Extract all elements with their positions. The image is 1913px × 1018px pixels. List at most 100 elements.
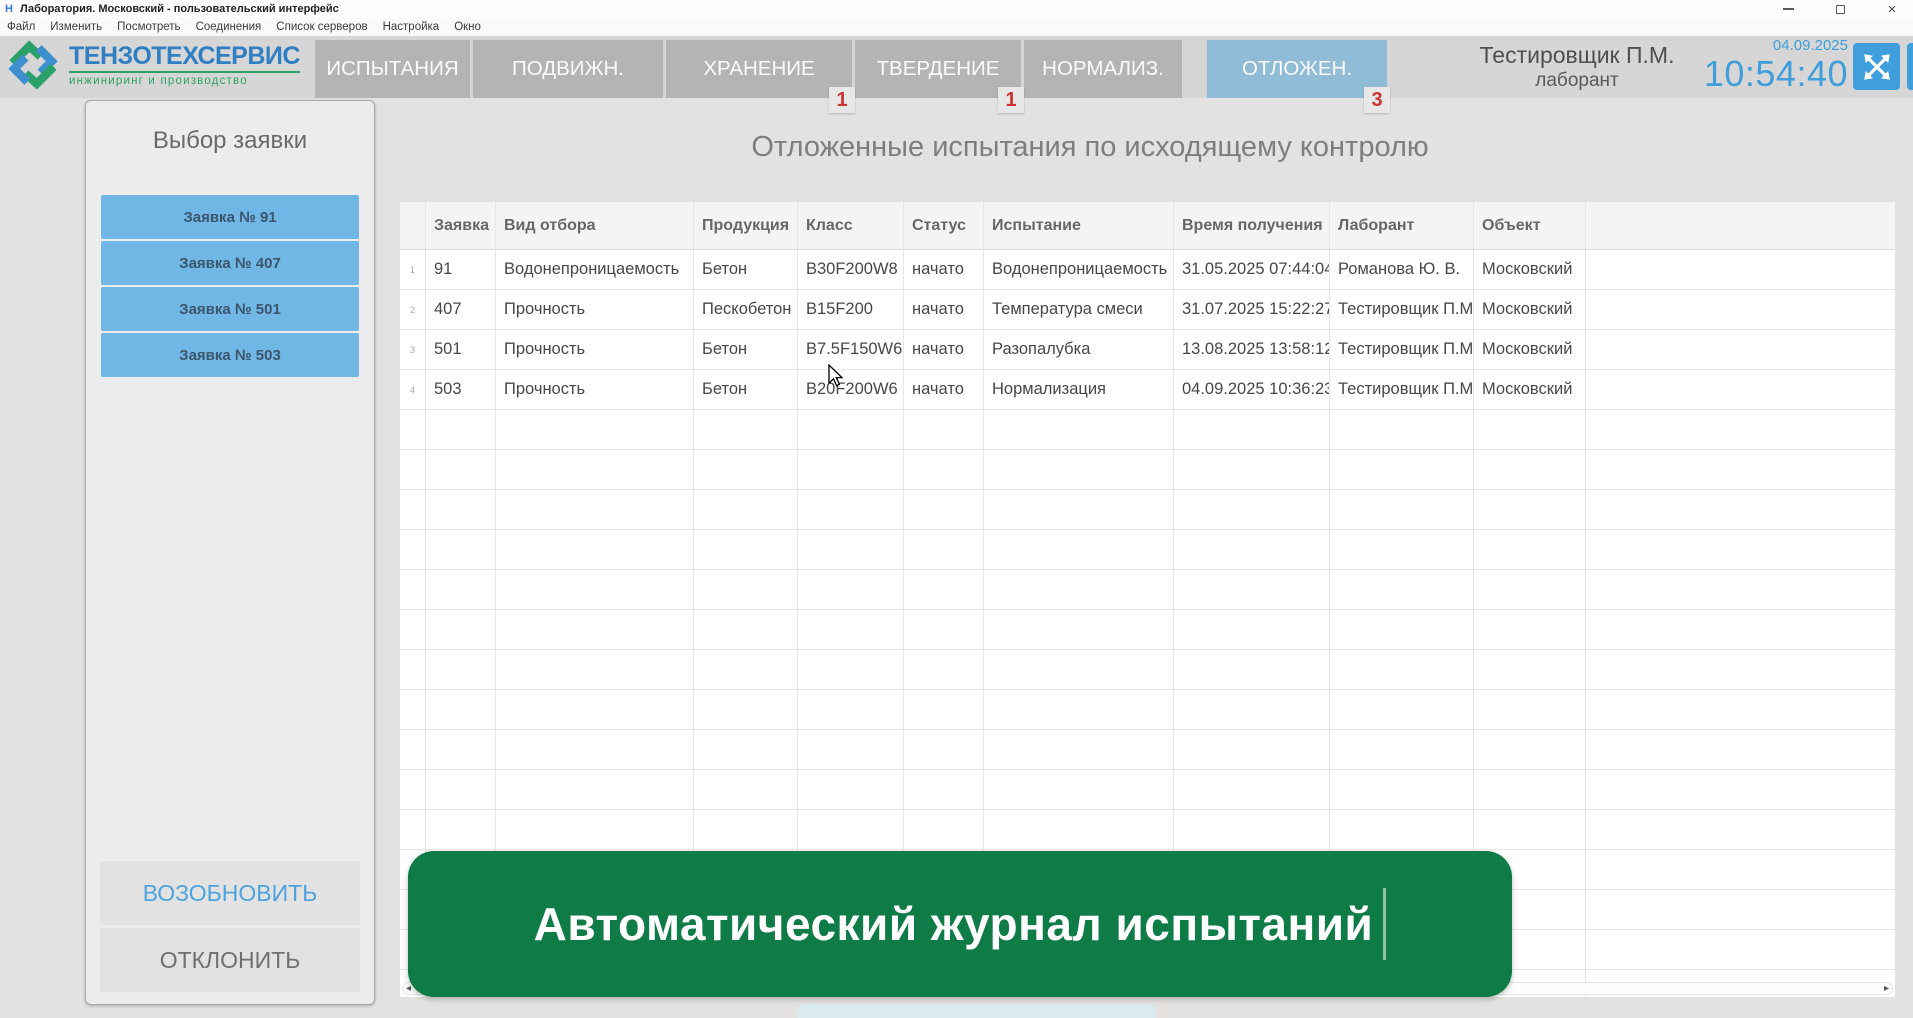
table-cell (1474, 810, 1586, 849)
table-row[interactable]: 3501ПрочностьБетонB7.5F150W6начатоРазопа… (400, 330, 1895, 370)
scroll-right-icon[interactable]: ▸ (1884, 984, 1889, 994)
table-cell (904, 650, 984, 689)
table-cell (1174, 650, 1330, 689)
table-cell (984, 770, 1174, 809)
table-cell (1330, 570, 1474, 609)
menu-item[interactable]: Список серверов (276, 21, 367, 33)
table-cell (1474, 490, 1586, 529)
app-icon: Н (5, 3, 13, 15)
table-cell (798, 690, 904, 729)
table-cell (904, 690, 984, 729)
menu-bar: Файл Изменить Посмотреть Соединения Список с… (0, 18, 1913, 36)
request-button[interactable]: Заявка № 501 (101, 287, 359, 331)
window-title: Лаборатория. Московский - пользовательск… (20, 3, 339, 15)
nav-tabs: ИСПЫТАНИЯПОДВИЖН.ХРАНЕНИЕ1ТВЕРДЕНИЕ1НОРМ… (315, 40, 1387, 98)
logo-tagline: инжиниринг и производство (69, 75, 300, 87)
exit-button[interactable] (1907, 43, 1913, 90)
scroll-left-icon[interactable]: ◂ (406, 984, 411, 994)
table-cell (426, 410, 496, 449)
table-cell (1586, 730, 1895, 769)
table-row-empty (400, 490, 1895, 530)
mouse-cursor (828, 364, 846, 388)
table-cell (496, 810, 694, 849)
request-sidebar: Выбор заявки Заявка № 91Заявка № 407Заяв… (85, 100, 375, 1005)
table-cell (1174, 410, 1330, 449)
row-number: 4 (400, 370, 426, 409)
nav-tab[interactable]: ПОДВИЖН. (473, 40, 663, 98)
logo-icon (3, 38, 63, 92)
menu-item[interactable]: Файл (7, 21, 35, 33)
table-row-empty (400, 450, 1895, 490)
table-cell: начато (904, 250, 984, 289)
menu-item[interactable]: Соединения (196, 21, 262, 33)
table-cell (694, 770, 798, 809)
restore-icon[interactable] (1829, 1, 1851, 17)
table-cell (1586, 330, 1895, 369)
resume-button[interactable]: ВОЗОБНОВИТЬ (100, 861, 360, 925)
table-cell (1586, 490, 1895, 529)
minimize-icon[interactable] (1777, 1, 1799, 17)
request-button[interactable]: Заявка № 407 (101, 241, 359, 285)
table-cell (1330, 450, 1474, 489)
table-cell (1330, 810, 1474, 849)
row-number: 3 (400, 330, 426, 369)
table-cell: Московский (1474, 370, 1586, 409)
table-cell (496, 450, 694, 489)
table-cell (1174, 530, 1330, 569)
table-header-cell: Вид отбора (496, 202, 694, 249)
tab-badge: 3 (1364, 87, 1390, 113)
table-cell (400, 770, 426, 809)
close-icon[interactable]: × (1881, 1, 1903, 17)
menu-item[interactable]: Окно (454, 21, 481, 33)
nav-tab[interactable]: НОРМАЛИЗ. (1024, 40, 1182, 98)
table-cell (904, 810, 984, 849)
table-header-cell: Испытание (984, 202, 1174, 249)
user-block: Тестировщик П.М. лаборант (1448, 42, 1706, 92)
table-cell (798, 530, 904, 569)
table-cell (1474, 410, 1586, 449)
nav-tab-label: ОТЛОЖЕН. (1242, 57, 1352, 81)
nav-tab[interactable]: ОТЛОЖЕН.3 (1207, 40, 1387, 98)
table-cell (426, 570, 496, 609)
table-cell: Московский (1474, 290, 1586, 329)
table-header-cell: Статус (904, 202, 984, 249)
table-row[interactable]: 191ВодонепроницаемостьБетонB30F200W8нача… (400, 250, 1895, 290)
table-row-empty (400, 810, 1895, 850)
nav-tab[interactable]: ИСПЫТАНИЯ (315, 40, 470, 98)
table-cell (984, 450, 1174, 489)
table-cell (426, 530, 496, 569)
table-cell (1474, 690, 1586, 729)
table-row[interactable]: 4503ПрочностьБетонB20F200W6начатоНормали… (400, 370, 1895, 410)
table-cell: 13.08.2025 13:58:12 (1174, 330, 1330, 369)
table-cell (426, 610, 496, 649)
decline-button[interactable]: ОТКЛОНИТЬ (100, 928, 360, 992)
table-cell: Бетон (694, 370, 798, 409)
request-button[interactable]: Заявка № 503 (101, 333, 359, 377)
row-number: 1 (400, 250, 426, 289)
table-cell (426, 690, 496, 729)
request-button[interactable]: Заявка № 91 (101, 195, 359, 239)
menu-item[interactable]: Изменить (50, 21, 102, 33)
table-cell (426, 650, 496, 689)
menu-item[interactable]: Настройка (383, 21, 440, 33)
window-controls: × (1777, 0, 1907, 18)
table-cell (984, 410, 1174, 449)
table-row-empty (400, 770, 1895, 810)
nav-tab[interactable]: ХРАНЕНИЕ1 (666, 40, 852, 98)
menu-item[interactable]: Посмотреть (117, 21, 180, 33)
table-cell (496, 650, 694, 689)
table-cell (400, 690, 426, 729)
expand-arrows-icon (1861, 51, 1893, 83)
table-row[interactable]: 2407ПрочностьПескобетонB15F200начатоТемп… (400, 290, 1895, 330)
fullscreen-button[interactable] (1853, 43, 1900, 90)
table-cell (904, 730, 984, 769)
table-cell (1330, 530, 1474, 569)
table-header-cell (400, 202, 426, 249)
table-cell (1174, 610, 1330, 649)
table-row-empty (400, 610, 1895, 650)
nav-tab[interactable]: ТВЕРДЕНИЕ1 (855, 40, 1021, 98)
table-cell (1586, 690, 1895, 729)
table-cell (1586, 610, 1895, 649)
table-row-empty (400, 730, 1895, 770)
table-cell (904, 530, 984, 569)
